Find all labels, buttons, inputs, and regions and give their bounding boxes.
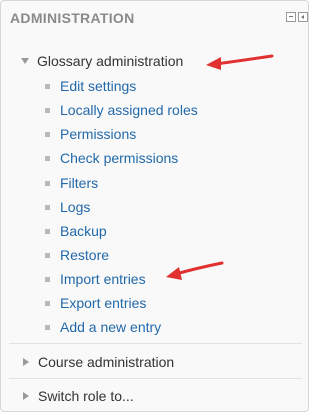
menu-item-label: Filters bbox=[60, 175, 99, 191]
switch-role-node[interactable]: Switch role to... bbox=[21, 388, 134, 404]
menu-item-logs[interactable]: Logs bbox=[45, 199, 90, 215]
menu-item-label: Locally assigned roles bbox=[60, 102, 198, 118]
expanded-triangle-icon bbox=[21, 58, 29, 64]
menu-item-label: Permissions bbox=[60, 126, 137, 142]
bullet-icon bbox=[45, 131, 50, 137]
menu-item-edit-settings[interactable]: Edit settings bbox=[45, 78, 136, 94]
glossary-admin-label: Glossary administration bbox=[37, 53, 184, 69]
divider bbox=[9, 343, 302, 344]
bullet-icon bbox=[45, 252, 50, 258]
collapsed-triangle-icon bbox=[23, 358, 29, 366]
collapsed-triangle-icon bbox=[23, 392, 29, 400]
bullet-icon bbox=[45, 204, 50, 210]
bullet-icon bbox=[45, 83, 50, 89]
switch-role-label: Switch role to... bbox=[38, 388, 134, 404]
hide-block-icon[interactable] bbox=[286, 12, 296, 22]
menu-item-label: Restore bbox=[60, 247, 110, 263]
menu-item-check-permissions[interactable]: Check permissions bbox=[45, 150, 178, 166]
block-title: ADMINISTRATION bbox=[10, 10, 135, 26]
menu-item-label: Backup bbox=[60, 223, 107, 239]
menu-item-permissions[interactable]: Permissions bbox=[45, 126, 136, 142]
glossary-admin-node[interactable]: Glossary administration bbox=[21, 53, 183, 69]
bullet-icon bbox=[45, 107, 50, 113]
menu-item-label: Import entries bbox=[60, 271, 146, 287]
menu-item-restore[interactable]: Restore bbox=[45, 247, 109, 263]
administration-block: ADMINISTRATION Glossary administration E… bbox=[0, 0, 309, 412]
bullet-icon bbox=[45, 276, 50, 282]
menu-item-label: Check permissions bbox=[60, 150, 179, 166]
bullet-icon bbox=[45, 300, 50, 306]
bullet-icon bbox=[45, 155, 50, 161]
bullet-icon bbox=[45, 180, 50, 186]
course-admin-node[interactable]: Course administration bbox=[21, 354, 174, 370]
menu-item-label: Logs bbox=[60, 199, 91, 215]
course-admin-label: Course administration bbox=[38, 354, 175, 370]
menu-item-backup[interactable]: Backup bbox=[45, 223, 107, 239]
menu-item-export-entries[interactable]: Export entries bbox=[45, 295, 146, 311]
divider bbox=[9, 378, 302, 379]
menu-item-locally-assigned-roles[interactable]: Locally assigned roles bbox=[45, 102, 198, 118]
menu-item-label: Export entries bbox=[60, 295, 147, 311]
menu-item-label: Edit settings bbox=[60, 78, 137, 94]
bullet-icon bbox=[45, 228, 50, 234]
bullet-icon bbox=[45, 324, 50, 330]
menu-item-import-entries[interactable]: Import entries bbox=[45, 271, 146, 287]
menu-item-add-new-entry[interactable]: Add a new entry bbox=[45, 319, 161, 335]
menu-item-label: Add a new entry bbox=[60, 319, 162, 335]
dock-block-icon[interactable] bbox=[298, 12, 308, 22]
menu-item-filters[interactable]: Filters bbox=[45, 175, 98, 191]
